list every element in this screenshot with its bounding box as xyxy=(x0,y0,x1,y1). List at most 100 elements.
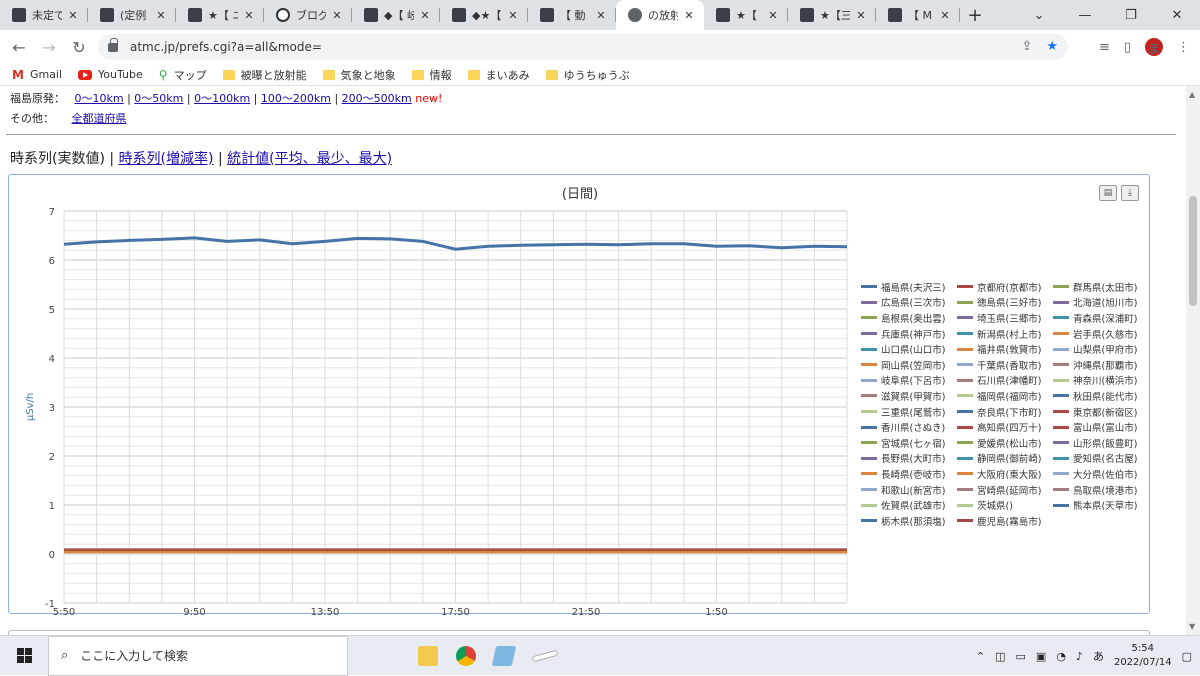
legend-item[interactable]: 福岡県(福岡市) xyxy=(957,388,1053,404)
tab-5[interactable]: ◆★【 ✕ xyxy=(440,0,528,30)
notification-icon[interactable]: ▢ xyxy=(1182,650,1192,663)
legend-item[interactable]: 沖縄県(那覇市) xyxy=(1053,357,1149,373)
legend-item[interactable]: 鹿児島(霧島市) xyxy=(957,513,1053,529)
bookmark-被曝と放射能[interactable]: 被曝と放射能 xyxy=(222,67,307,83)
tab-close-icon[interactable]: ✕ xyxy=(418,9,432,22)
legend-item[interactable]: 埼玉県(三郷市) xyxy=(957,310,1053,326)
scroll-thumb[interactable] xyxy=(1189,196,1197,306)
legend-item[interactable]: 山形県(飯豊町) xyxy=(1053,435,1149,451)
legend-item[interactable]: 東京都(新宿区) xyxy=(1053,404,1149,420)
restore-button[interactable]: ❐ xyxy=(1108,0,1154,30)
bookmark-YouTube[interactable]: YouTube xyxy=(78,68,143,81)
legend-item[interactable]: 岡山県(笠岡市) xyxy=(861,357,957,373)
pen-icon[interactable] xyxy=(531,649,559,662)
tab-close-icon[interactable]: ✕ xyxy=(938,9,952,22)
bookmark-ゆうちゅうぶ[interactable]: ゆうちゅうぶ xyxy=(545,67,630,83)
legend-item[interactable]: 石川県(津幡町) xyxy=(957,373,1053,389)
tab-close-icon[interactable]: ✕ xyxy=(330,9,344,22)
tab-2[interactable]: ★【 ニ ✕ xyxy=(176,0,264,30)
legend-item[interactable]: 広島県(三次市) xyxy=(861,295,957,311)
taskbar-search[interactable]: ⌕ ここに入力して検索 xyxy=(48,635,348,676)
reading-list-icon[interactable]: ≡ xyxy=(1099,40,1110,55)
legend-item[interactable]: 茨城県() xyxy=(957,497,1053,513)
legend-item[interactable]: 静岡県(御前崎) xyxy=(957,451,1053,467)
minimize-button[interactable]: — xyxy=(1062,0,1108,30)
legend-item[interactable]: 富山県(富山市) xyxy=(1053,419,1149,435)
tab-close-icon[interactable]: ✕ xyxy=(242,9,256,22)
tab-close-icon[interactable]: ✕ xyxy=(154,9,168,22)
tab-close-icon[interactable]: ✕ xyxy=(506,9,520,22)
tab-9[interactable]: ★【三 ✕ xyxy=(788,0,876,30)
tab-7[interactable]: の放射 ✕ xyxy=(616,0,704,30)
legend-item[interactable]: 長崎県(壱岐市) xyxy=(861,466,957,482)
distance-link-1[interactable]: 0〜50km xyxy=(134,92,183,105)
close-window-button[interactable]: ✕ xyxy=(1154,0,1200,30)
legend-item[interactable]: 高知県(四万十) xyxy=(957,419,1053,435)
bookmark-まいあみ[interactable]: まいあみ xyxy=(467,67,530,83)
legend-item[interactable]: 徳島県(三好市) xyxy=(957,295,1053,311)
tab-8[interactable]: ★【 ✕ xyxy=(704,0,788,30)
tray-chevron-icon[interactable]: ⌃ xyxy=(976,650,985,663)
legend-item[interactable]: 和歌山(新宮市) xyxy=(861,482,957,498)
legend-item[interactable]: 秋田県(能代市) xyxy=(1053,388,1149,404)
explorer-icon[interactable] xyxy=(418,645,438,666)
legend-item[interactable]: 香川県(さぬき) xyxy=(861,419,957,435)
distance-link-3[interactable]: 100〜200km xyxy=(261,92,331,105)
tray-camera-icon[interactable]: ◫ xyxy=(995,650,1005,663)
tray-battery-icon[interactable]: ▭ xyxy=(1016,650,1026,663)
all-prefectures-link[interactable]: 全都道府県 xyxy=(72,112,127,125)
tray-volume-icon[interactable]: ♪ xyxy=(1076,650,1083,663)
legend-item[interactable]: 神奈川(横浜市) xyxy=(1053,373,1149,389)
clock[interactable]: 5:54 2022/07/14 xyxy=(1114,642,1172,670)
legend-item[interactable]: 栃木県(那須塩) xyxy=(861,513,957,529)
bookmark-情報[interactable]: 情報 xyxy=(411,67,452,83)
side-panel-icon[interactable]: ▯ xyxy=(1124,40,1131,55)
tab-1[interactable]: (定例 ✕ xyxy=(88,0,176,30)
download-icon[interactable]: ⤓ xyxy=(1121,185,1139,201)
tab-0[interactable]: 未定で ✕ xyxy=(0,0,88,30)
page-scrollbar[interactable]: ▲ ▼ xyxy=(1186,86,1200,635)
bookmark-マップ[interactable]: ⚲ マップ xyxy=(159,67,207,83)
legend-item[interactable]: 宮崎県(延岡市) xyxy=(957,482,1053,498)
view-tab-rate[interactable]: 時系列(増減率) xyxy=(119,151,214,167)
legend-item[interactable]: 島根県(奥出雲) xyxy=(861,310,957,326)
distance-link-0[interactable]: 0〜10km xyxy=(75,92,124,105)
legend-item[interactable]: 宮城県(七ヶ宿) xyxy=(861,435,957,451)
legend-item[interactable]: 福島県(夫沢三) xyxy=(861,279,957,295)
app-icon[interactable] xyxy=(491,645,517,666)
reload-button[interactable]: ↻ xyxy=(64,38,94,57)
view-tab-stats[interactable]: 統計値(平均、最少、最大) xyxy=(227,151,392,167)
legend-item[interactable]: 三重県(尾鷲市) xyxy=(861,404,957,420)
tab-10[interactable]: 【 M ✕ xyxy=(876,0,960,30)
legend-item[interactable]: 山梨県(甲府市) xyxy=(1053,341,1149,357)
legend-item[interactable]: 滋賀県(甲賀市) xyxy=(861,388,957,404)
legend-item[interactable]: 福井県(敦賀市) xyxy=(957,341,1053,357)
tray-monitor-icon[interactable]: ▣ xyxy=(1036,650,1046,663)
chrome-icon[interactable] xyxy=(456,645,476,666)
bookmark-気象と地象[interactable]: 気象と地象 xyxy=(322,67,396,83)
profile-avatar[interactable]: ま xyxy=(1145,38,1163,57)
legend-item[interactable]: 兵庫県(神戸市) xyxy=(861,326,957,342)
tab-4[interactable]: ◆【 岐 ✕ xyxy=(352,0,440,30)
legend-item[interactable]: 鳥取県(境港市) xyxy=(1053,482,1149,498)
legend-item[interactable]: 千葉県(香取市) xyxy=(957,357,1053,373)
lock-icon[interactable] xyxy=(108,37,118,52)
legend-item[interactable]: 北海道(旭川市) xyxy=(1053,295,1149,311)
legend-item[interactable]: 岩手県(久慈市) xyxy=(1053,326,1149,342)
legend-item[interactable]: 青森県(深浦町) xyxy=(1053,310,1149,326)
legend-item[interactable]: 京都府(京都市) xyxy=(957,279,1053,295)
legend-item[interactable]: 愛知県(名古屋) xyxy=(1053,451,1149,467)
print-icon[interactable]: ▤ xyxy=(1099,185,1117,201)
start-button[interactable] xyxy=(0,648,48,663)
legend-item[interactable]: 大分県(佐伯市) xyxy=(1053,466,1149,482)
tab-close-icon[interactable]: ✕ xyxy=(682,9,696,22)
tab-search-icon[interactable]: ⌄ xyxy=(1016,0,1062,30)
back-button[interactable]: ← xyxy=(4,38,34,57)
bookmark-Gmail[interactable]: M Gmail xyxy=(12,68,62,82)
tab-close-icon[interactable]: ✕ xyxy=(766,9,780,22)
share-icon[interactable]: ⇪ xyxy=(1021,39,1032,54)
legend-item[interactable]: 長野県(大町市) xyxy=(861,451,957,467)
distance-link-2[interactable]: 0〜100km xyxy=(194,92,250,105)
legend-item[interactable]: 新潟県(村上市) xyxy=(957,326,1053,342)
distance-link-4[interactable]: 200〜500km xyxy=(342,92,412,105)
